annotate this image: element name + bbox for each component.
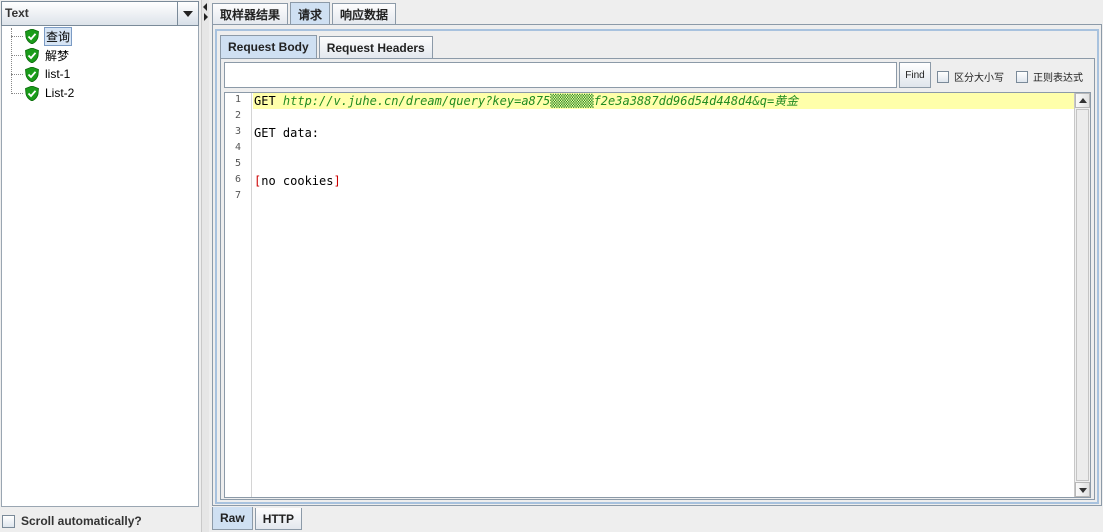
scroll-automatically-row: Scroll automatically? — [2, 512, 142, 530]
tab-request-body[interactable]: Request Body — [220, 35, 317, 58]
tree-item-label: List-2 — [45, 86, 75, 100]
http-method: GET — [254, 94, 283, 108]
tab-request-headers[interactable]: Request Headers — [318, 36, 433, 58]
tree-item-query[interactable]: 查询 — [11, 26, 73, 46]
scroll-automatically-checkbox[interactable] — [2, 514, 15, 528]
tab-request[interactable]: 请求 — [290, 2, 331, 25]
tree-item-label: list-1 — [45, 67, 71, 81]
tab-response-data[interactable]: 响应数据 — [332, 3, 397, 25]
vertical-scrollbar[interactable] — [1074, 93, 1090, 497]
chevron-down-icon[interactable] — [177, 2, 198, 25]
line-number: 2 — [234, 110, 241, 121]
scroll-up-icon[interactable] — [1075, 93, 1090, 108]
combobox-value: Text — [5, 6, 29, 20]
line-number: 4 — [234, 142, 241, 153]
request-panel: Request Body Request Headers Find 区分大小写 … — [212, 24, 1102, 506]
search-input[interactable] — [224, 62, 897, 88]
case-sensitive-checkbox[interactable] — [937, 70, 949, 83]
request-frame: Request Body Request Headers Find 区分大小写 … — [215, 29, 1099, 504]
code-line: GET data: — [254, 126, 320, 140]
regex-label: 正则表达式 — [1033, 73, 1083, 84]
line-number-gutter: 1 2 3 4 5 6 7 — [225, 93, 252, 497]
tab-sampler-result[interactable]: 取样器结果 — [212, 3, 289, 25]
main-tabbar: 取样器结果 请求 响应数据 — [212, 2, 398, 25]
line-number: 3 — [234, 126, 241, 137]
scrollbar-thumb[interactable] — [1076, 109, 1089, 481]
tree-item-list-2[interactable]: List-2 — [11, 84, 75, 102]
request-url: http://v.juhe.cn/dream/query?key=a875▒▒▒… — [282, 94, 799, 108]
tree-branch-line — [11, 73, 23, 75]
code-line: [no cookies] — [253, 173, 1074, 189]
find-button[interactable]: Find — [899, 62, 931, 88]
format-tabbar: Raw HTTP — [212, 507, 304, 530]
code-area: GET http://v.juhe.cn/dream/query?key=a87… — [253, 93, 1074, 497]
view-mode-combobox[interactable]: Text — [1, 1, 199, 26]
result-tree: 查询 解梦 list-1 List-2 — [1, 26, 199, 507]
split-pane-divider[interactable] — [201, 0, 209, 532]
tree-branch-line — [11, 92, 23, 94]
tree-item-label: 解梦 — [45, 48, 70, 63]
tab-raw[interactable]: Raw — [212, 507, 253, 530]
success-shield-icon — [25, 66, 39, 82]
code-line: GET http://v.juhe.cn/dream/query?key=a87… — [253, 93, 1074, 109]
tab-http[interactable]: HTTP — [254, 508, 303, 530]
regex-checkbox[interactable] — [1016, 70, 1028, 83]
bracket: ] — [333, 174, 341, 188]
tree-branch-line — [11, 54, 23, 56]
line-number: 1 — [234, 94, 241, 105]
right-panel: 取样器结果 请求 响应数据 Request Body Request Heade… — [210, 0, 1103, 532]
tree-branch-line — [11, 35, 23, 37]
collapse-right-icon[interactable] — [204, 13, 208, 21]
request-tabbar: Request Body Request Headers — [220, 35, 435, 58]
case-sensitive-option[interactable]: 区分大小写 — [937, 69, 1004, 84]
scroll-automatically-label: Scroll automatically? — [21, 514, 142, 528]
success-shield-icon — [25, 85, 39, 101]
scroll-down-icon[interactable] — [1075, 482, 1090, 497]
case-sensitive-label: 区分大小写 — [954, 73, 1004, 84]
request-body-editor[interactable]: 1 2 3 4 5 6 7 GET http://v.juhe.cn/dream… — [224, 92, 1091, 498]
tree-item-list-1[interactable]: list-1 — [11, 65, 71, 83]
line-number: 5 — [234, 158, 241, 169]
collapse-left-icon[interactable] — [203, 3, 207, 11]
success-shield-icon — [25, 47, 39, 63]
line-number: 6 — [234, 174, 241, 185]
regex-option[interactable]: 正则表达式 — [1016, 69, 1083, 84]
line-number: 7 — [234, 190, 241, 201]
cookies-text: no cookies — [261, 174, 334, 188]
success-shield-icon — [25, 28, 39, 44]
left-panel: Text 查询 解梦 list-1 List-2 Scroll automati… — [0, 0, 201, 532]
request-body-panel: Find 区分大小写 正则表达式 1 2 3 4 5 6 7 GET http:… — [220, 58, 1095, 500]
tree-item-label: 查询 — [44, 26, 73, 46]
tree-item-dream[interactable]: 解梦 — [11, 46, 70, 64]
